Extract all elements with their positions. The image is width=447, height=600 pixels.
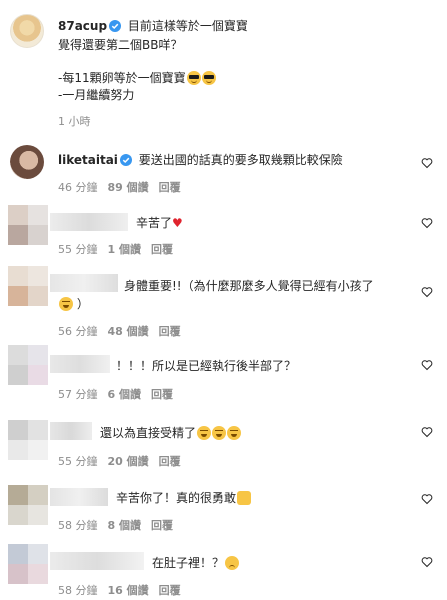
sunglasses-emoji-icon: [201, 71, 216, 85]
comment-body: 辛苦了♥: [136, 214, 183, 231]
laughing-emoji-icon: [59, 297, 73, 311]
laughing-emoji-icon: [227, 426, 242, 440]
avatar[interactable]: [8, 420, 48, 460]
caption-text-3: -每11顆卵等於一個寶寶: [58, 71, 186, 85]
comment-time[interactable]: 55 分鐘: [58, 455, 98, 468]
reply-button[interactable]: 回覆: [159, 181, 181, 194]
comment-body: 還以為直接受精了: [100, 424, 242, 441]
comment-meta: 55 分鐘 20 個讚 回覆: [58, 453, 191, 469]
comment-time[interactable]: 57 分鐘: [58, 388, 98, 401]
comment-likes[interactable]: 1 個讚: [108, 243, 141, 256]
post-timestamp[interactable]: 1 小時: [58, 113, 91, 129]
worried-emoji-icon: [225, 556, 240, 570]
caption-text-4: -一月繼續努力: [58, 88, 135, 102]
comment-username[interactable]: [50, 213, 128, 231]
avatar[interactable]: [8, 345, 48, 385]
comment-time[interactable]: 58 分鐘: [58, 584, 98, 597]
like-heart-icon[interactable]: [421, 556, 433, 568]
comment-time[interactable]: 46 分鐘: [58, 181, 98, 194]
reply-button[interactable]: 回覆: [151, 388, 173, 401]
verified-icon: [119, 154, 132, 166]
comment-text: 辛苦了: [136, 216, 173, 230]
avatar[interactable]: [8, 205, 48, 245]
like-heart-icon[interactable]: [421, 426, 433, 438]
comment-text: 在肚子裡！？: [152, 556, 225, 570]
comment-likes[interactable]: 48 個讚: [108, 325, 149, 338]
reply-button[interactable]: 回覆: [159, 455, 181, 468]
comment-time[interactable]: 58 分鐘: [58, 519, 98, 532]
comment-likes[interactable]: 8 個讚: [108, 519, 141, 532]
comment-likes[interactable]: 89 個讚: [108, 181, 149, 194]
comment-time[interactable]: 55 分鐘: [58, 243, 98, 256]
like-heart-icon[interactable]: [421, 493, 433, 505]
avatar[interactable]: [8, 544, 48, 584]
reply-button[interactable]: 回覆: [159, 584, 181, 597]
comment-body: 在肚子裡！？: [152, 554, 240, 571]
comment-username[interactable]: [50, 552, 144, 570]
raised-hands-emoji-icon: [237, 491, 252, 505]
caption-first-line: 87acup 目前這樣等於一個寶寶: [58, 17, 248, 34]
sunglasses-emoji-icon: [186, 71, 201, 85]
comment-username[interactable]: [50, 274, 118, 292]
comment-text: 辛苦你了！真的很勇敢: [116, 491, 237, 505]
caption-text-1: 目前這樣等於一個寶寶: [127, 19, 248, 33]
like-heart-icon[interactable]: [421, 286, 433, 298]
avatar[interactable]: [10, 145, 44, 179]
comment-text: 身體重要!!（為什麼那麼多人覺得已經有小孩了: [124, 279, 374, 293]
reply-button[interactable]: 回覆: [151, 243, 173, 256]
comment-meta: 56 分鐘 48 個讚 回覆: [58, 323, 191, 339]
comment-username[interactable]: [50, 422, 92, 440]
laughing-emoji-icon: [197, 426, 212, 440]
comment-text: 要送出國的話真的要多取幾顆比較保險: [138, 153, 343, 167]
comment-body-continued: ）: [58, 295, 89, 312]
comment-username[interactable]: [50, 355, 110, 373]
like-heart-icon[interactable]: [421, 359, 433, 371]
comment-username[interactable]: liketaitai: [58, 153, 118, 167]
avatar[interactable]: [8, 266, 48, 306]
comment-text: 還以為直接受精了: [100, 426, 197, 440]
comment-text: ！！！所以是已經執行後半部了？: [116, 359, 297, 373]
comment-username[interactable]: [50, 488, 108, 506]
reply-button[interactable]: 回覆: [151, 519, 173, 532]
comment-body: 辛苦你了！真的很勇敢: [116, 489, 252, 506]
caption-line-3: -每11顆卵等於一個寶寶: [58, 69, 216, 86]
verified-icon: [109, 20, 122, 32]
comment-meta: 58 分鐘 8 個讚 回覆: [58, 517, 183, 533]
avatar[interactable]: [8, 485, 48, 525]
like-heart-icon[interactable]: [421, 157, 433, 169]
comment-body: liketaitai 要送出國的話真的要多取幾顆比較保險: [58, 151, 343, 168]
red-heart-icon: ♥: [172, 216, 183, 230]
comment-text-2: ）: [76, 297, 89, 311]
avatar[interactable]: [10, 14, 44, 48]
like-heart-icon[interactable]: [421, 217, 433, 229]
comment-time[interactable]: 56 分鐘: [58, 325, 98, 338]
reply-button[interactable]: 回覆: [159, 325, 181, 338]
caption-text-2: 覺得還要第二個BB咩？: [58, 38, 183, 52]
comment-likes[interactable]: 6 個讚: [108, 388, 141, 401]
post-username[interactable]: 87acup: [58, 19, 107, 33]
comment-likes[interactable]: 20 個讚: [108, 455, 149, 468]
comment-meta: 55 分鐘 1 個讚 回覆: [58, 241, 183, 257]
comment-meta: 57 分鐘 6 個讚 回覆: [58, 386, 183, 402]
comment-meta: 46 分鐘 89 個讚 回覆: [58, 179, 191, 195]
laughing-emoji-icon: [212, 426, 227, 440]
comment-meta: 58 分鐘 16 個讚 回覆: [58, 582, 191, 598]
comment-likes[interactable]: 16 個讚: [108, 584, 149, 597]
